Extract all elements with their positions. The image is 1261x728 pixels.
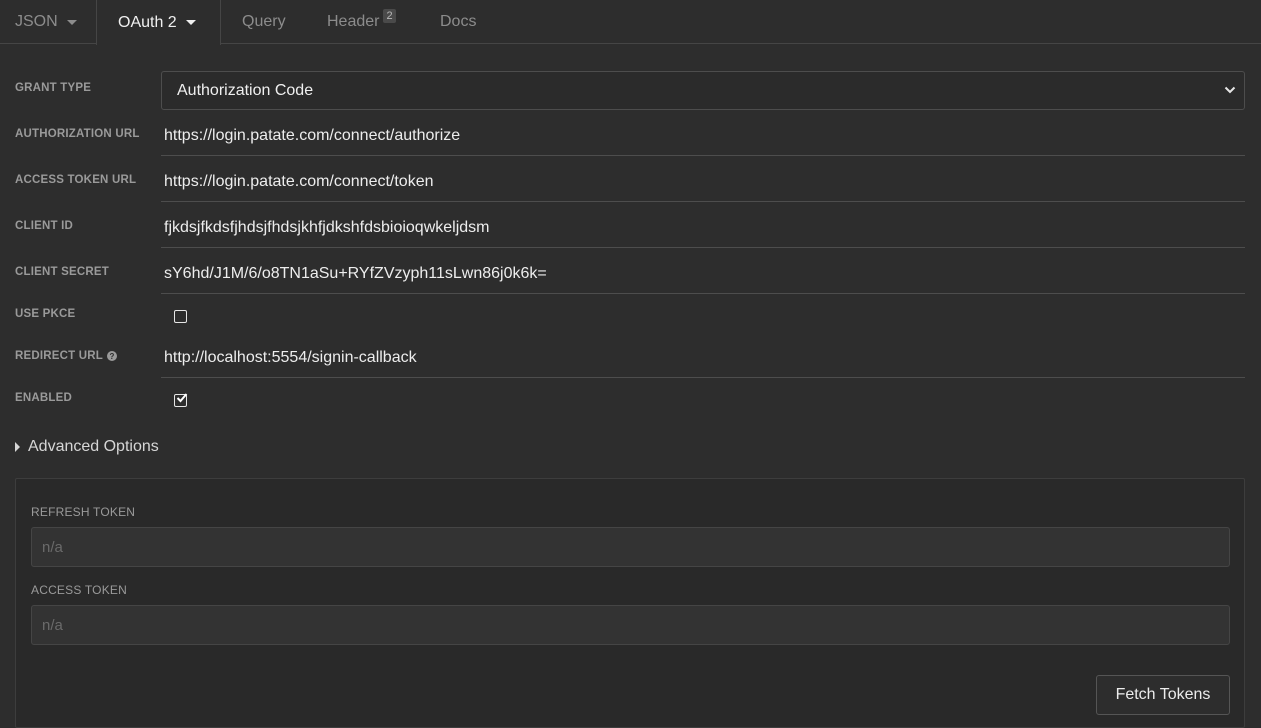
access-token-url-label: ACCESS TOKEN URL — [15, 174, 136, 186]
client-id-label: CLIENT ID — [15, 220, 73, 232]
access-token-url-label-text: ACCESS TOKEN URL — [15, 174, 137, 186]
authorization-url-field[interactable]: https://login.patate.com/connect/authori… — [161, 116, 1245, 156]
redirect-url-field[interactable]: http://localhost:5554/signin-callback — [161, 338, 1245, 378]
caret-right-icon — [15, 442, 20, 452]
tab-query-label: Query — [242, 13, 286, 30]
refresh-token-input[interactable] — [31, 527, 1230, 567]
enabled-checkbox[interactable] — [174, 393, 188, 407]
tab-auth-oauth2[interactable]: OAuth 2 — [96, 0, 221, 45]
grant-type-label-text: GRANT TYPE — [15, 82, 92, 94]
use-pkce-label-text: USE PKCE — [15, 308, 76, 320]
access-token-url-value: https://login.patate.com/connect/token — [164, 172, 434, 190]
tab-bar: JSON OAuth 2 Query Header 2 Docs — [0, 0, 1261, 45]
tab-query[interactable]: Query — [242, 0, 302, 44]
redirect-url-value: http://localhost:5554/signin-callback — [164, 348, 417, 366]
client-id-field[interactable]: fjkdsjfkdsfjhdsjfhdsjkhfjdkshfdsbioioqwk… — [161, 208, 1245, 248]
use-pkce-label: USE PKCE — [15, 308, 75, 320]
grant-type-label: GRANT TYPE — [15, 82, 91, 94]
tab-header[interactable]: Header 2 — [327, 0, 417, 44]
grant-type-value: Authorization Code — [177, 81, 314, 99]
chevron-down-icon — [1224, 86, 1236, 94]
access-token-url-field[interactable]: https://login.patate.com/connect/token — [161, 162, 1245, 202]
tab-body-json[interactable]: JSON — [15, 0, 85, 44]
caret-down-icon — [66, 19, 77, 25]
client-id-label-text: CLIENT ID — [15, 220, 74, 232]
access-token-input[interactable] — [31, 605, 1230, 645]
tab-auth-oauth2-label: OAuth 2 — [118, 13, 177, 31]
check-icon — [176, 393, 188, 403]
tab-docs[interactable]: Docs — [440, 0, 490, 44]
client-secret-label-text: CLIENT SECRET — [15, 266, 109, 278]
client-secret-label: CLIENT SECRET — [15, 266, 109, 278]
caret-down-icon — [185, 20, 196, 25]
authorization-url-label: AUTHORIZATION URL — [15, 128, 140, 140]
fetch-tokens-label: Fetch Tokens — [1115, 686, 1211, 703]
tab-body-json-label: JSON — [15, 13, 58, 30]
tab-docs-label: Docs — [440, 13, 477, 30]
authorization-url-value: https://login.patate.com/connect/authori… — [164, 126, 461, 144]
advanced-options-toggle[interactable]: Advanced Options — [15, 437, 159, 457]
client-id-value: fjkdsjfkdsfjhdsjfhdsjkhfjdkshfdsbioioqwk… — [164, 218, 490, 236]
client-secret-field[interactable]: sY6hd/J1M/6/o8TN1aSu+RYfZVzyph11sLwn86j0… — [161, 254, 1245, 294]
enabled-label-text: ENABLED — [15, 392, 72, 404]
redirect-url-label: REDIRECT URL ? — [15, 350, 118, 362]
authorization-url-label-text: AUTHORIZATION URL — [15, 128, 140, 140]
fetch-tokens-button[interactable]: Fetch Tokens — [1096, 675, 1230, 715]
question-circle-icon[interactable]: ? — [107, 351, 118, 361]
header-count-badge: 2 — [383, 9, 396, 23]
advanced-options-label: Advanced Options — [28, 438, 159, 455]
redirect-url-label-text: REDIRECT URL — [15, 350, 104, 362]
tab-header-label: Header — [327, 13, 380, 30]
enabled-label: ENABLED — [15, 392, 72, 404]
grant-type-select[interactable]: Authorization Code — [161, 71, 1245, 110]
access-token-label: ACCESS TOKEN — [31, 583, 127, 597]
client-secret-value: sY6hd/J1M/6/o8TN1aSu+RYfZVzyph11sLwn86j0… — [164, 264, 547, 282]
refresh-token-label: REFRESH TOKEN — [31, 505, 136, 519]
tokens-panel — [15, 478, 1245, 728]
use-pkce-checkbox[interactable] — [174, 310, 187, 323]
